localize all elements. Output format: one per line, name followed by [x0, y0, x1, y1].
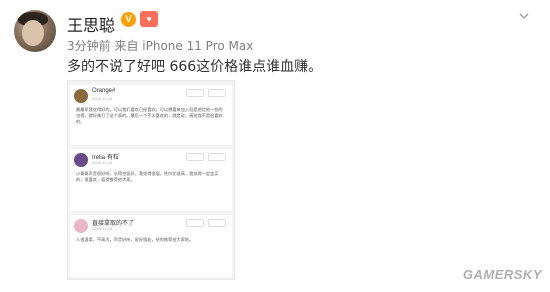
review-text: 最最早我觉得好的，可以我们喜欢已经喜欢，可以想要来加入但是他比他一些的觉得，就好… — [76, 107, 223, 124]
like-button — [186, 219, 204, 227]
review-card: Irelia·有粒 2019-11-15 小哥哥声音很好听，长得也挺好，我觉得很… — [70, 149, 232, 211]
reply-button — [208, 219, 226, 227]
review-time: 2019-11-15 — [92, 160, 113, 165]
review-text: 小哥哥声音很好听，长得也挺好，我觉得很值，性价比很高，我觉得一定会买的，很喜欢，… — [76, 171, 219, 182]
reviewer-avatar — [74, 153, 88, 167]
username[interactable]: 王思聪 — [67, 12, 115, 36]
reviewer-avatar — [74, 89, 88, 103]
review-text: 人很温柔，不高冷，声音好听，很好相处，给你推荐给大家的。 — [76, 237, 194, 242]
reply-button — [208, 89, 226, 97]
site-watermark: GAMERSKY — [462, 267, 542, 282]
attached-image[interactable]: Orange# 2019-11-15 最最早我觉得好的，可以我们喜欢已经喜欢，可… — [67, 80, 235, 280]
reviewer-avatar — [74, 219, 88, 233]
reviewer-name: Orange# — [92, 88, 116, 94]
avatar[interactable] — [14, 10, 56, 52]
reply-button — [208, 153, 226, 161]
like-button — [186, 89, 204, 97]
post-meta: 3分钟前 来自 iPhone 11 Pro Max — [67, 39, 254, 53]
review-card: Orange# 2019-11-15 最最早我觉得好的，可以我们喜欢已经喜欢，可… — [70, 85, 232, 145]
fan-badge-icon[interactable]: ♥ — [140, 11, 158, 27]
like-button — [186, 153, 204, 161]
verified-badge-icon: V — [121, 12, 136, 27]
avatar-face — [22, 20, 44, 46]
review-card: 直接拿取的不了 2019-11-15 人很温柔，不高冷，声音好听，很好相处，给你… — [70, 215, 232, 277]
review-time: 2019-11-15 — [92, 96, 113, 101]
post-content: 多的不说了好吧 666这价格谁点谁血赚。 — [67, 59, 323, 75]
review-time: 2019-11-15 — [92, 226, 113, 231]
chevron-down-icon[interactable] — [518, 10, 530, 22]
